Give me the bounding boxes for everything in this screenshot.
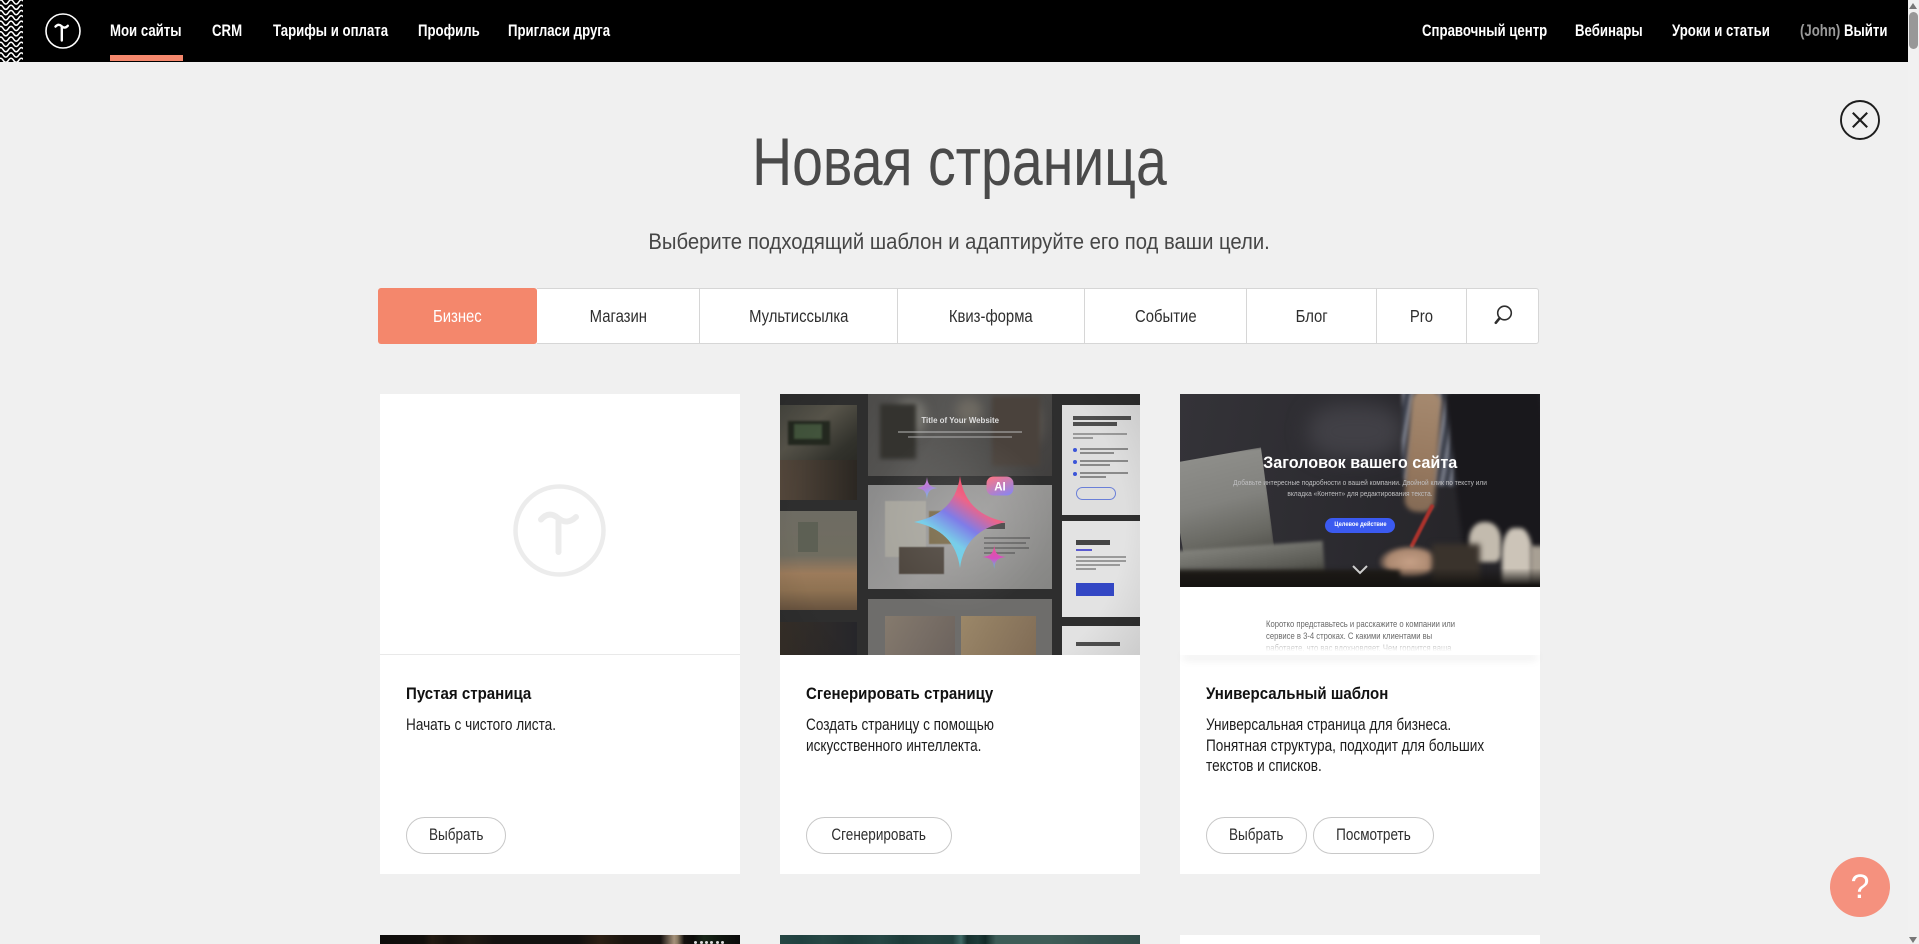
svg-text:AI: AI	[994, 482, 1006, 494]
